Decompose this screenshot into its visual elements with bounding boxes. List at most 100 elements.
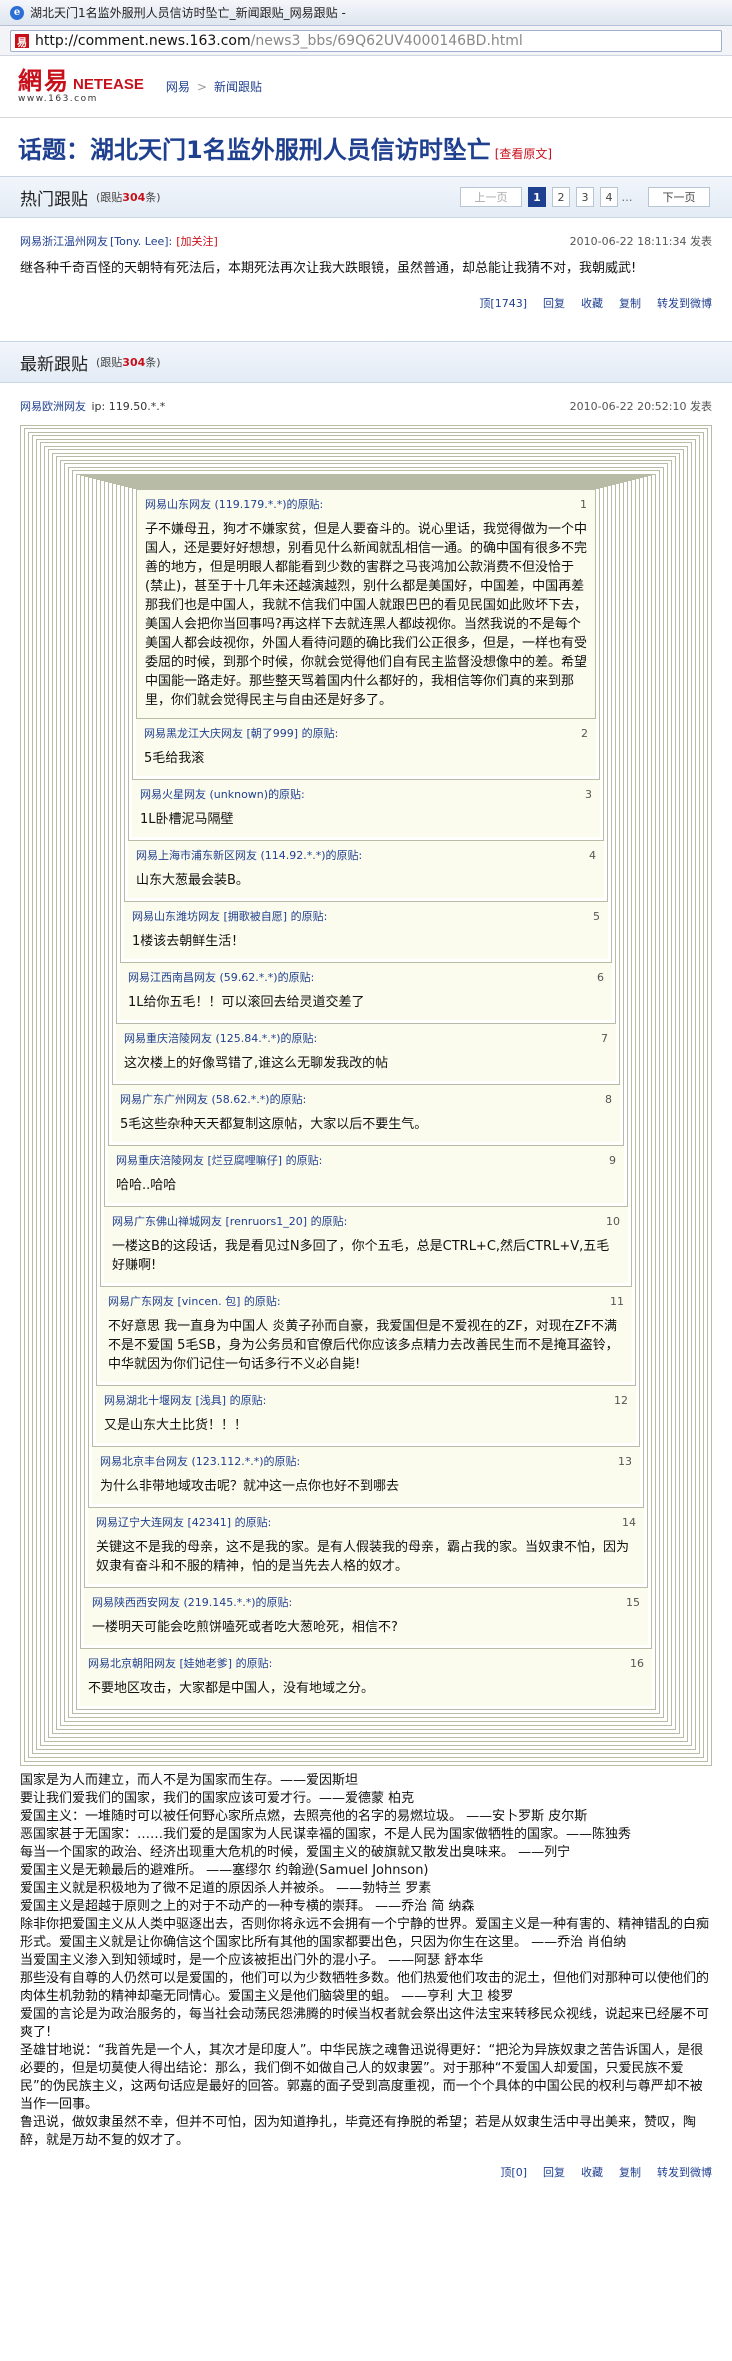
quote-floor-number: 14 bbox=[622, 1515, 636, 1529]
view-original-link[interactable]: [查看原文] bbox=[495, 147, 552, 161]
quote-frame: 网易山东网友 (119.179.*.*)的原贴: 1 子不嫌母丑，狗才不嫌家贫，但是… bbox=[52, 453, 680, 1734]
quote-floor-number: 15 bbox=[626, 1595, 640, 1609]
topic-title: 湖北天门1名监外服刑人员信访时坠亡 bbox=[90, 135, 491, 164]
quote-author-link[interactable]: 网易广东佛山禅城网友 [renruors1_20] 的原贴: bbox=[112, 1213, 347, 1229]
latest-post-actions: 顶[0] 回复 收藏 复制 转发到微博 bbox=[20, 2158, 712, 2192]
breadcrumb-comments-link[interactable]: 新闻跟贴 bbox=[214, 78, 262, 95]
quote-body: 不要地区攻击，大家都是中国人，没有地域之分。 bbox=[88, 1681, 375, 1696]
quote-meta: 网易北京朝阳网友 [娃她老爹] 的原贴: 16 bbox=[80, 1649, 652, 1677]
closing-paragraph: 爱国主义是无赖最后的避难所。 ——塞缪尔 约翰逊(Samuel Johnson) bbox=[20, 1863, 429, 1878]
quote-author-link[interactable]: 网易上海市浦东新区网友 (114.92.*.*)的原贴: bbox=[136, 847, 362, 863]
quote-layer: 网易山东潍坊网友 [拥歌被自愿] 的原贴: 5 1楼该去朝鲜生活！ bbox=[124, 902, 608, 959]
quote-author-link[interactable]: 网易江西南昌网友 (59.62.*.*)的原贴: bbox=[128, 969, 314, 985]
quote-frame: 网易山东网友 (119.179.*.*)的原贴: 1 子不嫌母丑，狗才不嫌家贫，但是… bbox=[40, 442, 692, 1746]
quote-floor-number: 4 bbox=[589, 848, 596, 862]
quote-body: 这次楼上的好像骂错了,谁这么无聊发我改的帖 bbox=[124, 1056, 389, 1071]
quote-layer: 网易广东佛山禅城网友 [renruors1_20] 的原贴: 10 一楼这B的这段话… bbox=[104, 1207, 628, 1283]
url-input[interactable]: 易 http://comment.news.163.com/news3_bbs/… bbox=[10, 30, 722, 52]
quote-box: 网易山东网友 (119.179.*.*)的原贴: 1 子不嫌母丑，狗才不嫌家贫，但是… bbox=[128, 487, 604, 841]
quote-floor-number: 1 bbox=[580, 497, 587, 511]
latest-post-user-link[interactable]: 网易欧洲网友 bbox=[20, 400, 86, 413]
quote-author-link[interactable]: 网易辽宁大连网友 [42341] 的原贴: bbox=[96, 1514, 271, 1530]
copy-link[interactable]: 复制 bbox=[619, 295, 641, 311]
copy-link[interactable]: 复制 bbox=[619, 2164, 641, 2180]
topic-header: 话题：湖北天门1名监外服刑人员信访时坠亡 [查看原文] bbox=[0, 118, 732, 176]
upvote-link[interactable]: 顶[0] bbox=[500, 2164, 527, 2180]
page-button-1[interactable]: 1 bbox=[528, 187, 546, 207]
quote-box: 网易山东网友 (119.179.*.*)的原贴: 1 子不嫌母丑，狗才不嫌家贫，但是… bbox=[104, 481, 628, 1207]
quote-author-link[interactable]: 网易陕西西安网友 (219.145.*.*)的原贴: bbox=[92, 1594, 292, 1610]
quote-author-link[interactable]: 网易重庆涪陵网友 (125.84.*.*)的原贴: bbox=[124, 1030, 317, 1046]
favorite-link[interactable]: 收藏 bbox=[581, 2164, 603, 2180]
reply-link[interactable]: 回复 bbox=[543, 2164, 565, 2180]
hot-section-header: 热门跟贴 (跟贴304条) 上一页 1 2 3 4 … 下一页 bbox=[0, 176, 732, 218]
hot-post-user-link[interactable]: 网易浙江温州网友 bbox=[20, 235, 108, 248]
quote-frame: 网易山东网友 (119.179.*.*)的原贴: 1 子不嫌母丑，狗才不嫌家贫，但是… bbox=[68, 467, 664, 1718]
follow-link[interactable]: [加关注] bbox=[176, 235, 218, 248]
closing-paragraph: 爱国主义就是积极地为了微不足道的原因杀人并被杀。 ——勃特兰 罗素 bbox=[20, 1881, 432, 1896]
quote-floor-number: 8 bbox=[605, 1092, 612, 1106]
quote-floor-number: 6 bbox=[597, 970, 604, 984]
closing-paragraph: 爱国的言论是为政治服务的，每当社会动荡民怨沸腾的时候当权者就会祭出这件法宝来转移… bbox=[20, 2007, 710, 2040]
quote-author-link[interactable]: 网易北京朝阳网友 [娃她老爹] 的原贴: bbox=[88, 1655, 272, 1671]
quote-author-link[interactable]: 网易北京丰台网友 (123.112.*.*)的原贴: bbox=[100, 1453, 300, 1469]
page-button-2[interactable]: 2 bbox=[552, 187, 570, 207]
closing-paragraph: 每当一个国家的政治、经济出现重大危机的时候，爱国主义的破旗就又散发出臭味来。 —… bbox=[20, 1845, 571, 1860]
quote-floor-number: 16 bbox=[630, 1656, 644, 1670]
quote-layer: 网易重庆涪陵网友 (125.84.*.*)的原贴: 7 这次楼上的好像骂错了,谁这么… bbox=[116, 1024, 616, 1081]
hot-post: 网易浙江温州网友 [Tony. Lee]: [加关注] 2010-06-22 18:… bbox=[0, 218, 732, 323]
quote-meta: 网易重庆涪陵网友 (125.84.*.*)的原贴: 7 bbox=[116, 1024, 616, 1052]
quote-body: 5毛给我滚 bbox=[144, 751, 205, 766]
page-button-4[interactable]: 4 bbox=[600, 187, 618, 207]
quote-frame: 网易山东网友 (119.179.*.*)的原贴: 1 子不嫌母丑，狗才不嫌家贫，但是… bbox=[24, 428, 708, 1762]
netease-logo[interactable]: 網易 NETEASE www.163.com bbox=[18, 69, 144, 104]
upvote-link[interactable]: 顶[1743] bbox=[479, 295, 527, 311]
quote-author-link[interactable]: 网易广东网友 [vincen. 包] 的原贴: bbox=[108, 1293, 281, 1309]
closing-paragraph: 国家是为人而建立，而人不是为国家而生存。——爱因斯坦 bbox=[20, 1773, 359, 1788]
quote-author-link[interactable]: 网易山东潍坊网友 [拥歌被自愿] 的原贴: bbox=[132, 908, 327, 924]
closing-paragraph: 那些没有自尊的人仍然可以是爱国的，他们可以为少数牺牲多数。他们热爱他们攻击的泥土… bbox=[20, 1971, 710, 2004]
quote-body: 为什么非带地域攻击呢？就冲这一点你也好不到哪去 bbox=[100, 1479, 400, 1494]
quote-author-link[interactable]: 网易广东广州网友 (58.62.*.*)的原贴: bbox=[120, 1091, 306, 1107]
quote-author-link[interactable]: 网易山东网友 (119.179.*.*)的原贴: bbox=[145, 496, 323, 512]
quote-box: 网易山东网友 (119.179.*.*)的原贴: 1 子不嫌母丑，狗才不嫌家贫，但是… bbox=[76, 474, 656, 1710]
next-page-button[interactable]: 下一页 bbox=[648, 187, 710, 207]
quote-body: 1楼该去朝鲜生活！ bbox=[132, 934, 245, 949]
quote-layer: 网易广东广州网友 (58.62.*.*)的原贴: 8 5毛这些杂种天天都复制这原帖，… bbox=[112, 1085, 620, 1142]
quote-body: 子不嫌母丑，狗才不嫌家贫，但是人要奋斗的。说心里话，我觉得做为一个中国人，还是要… bbox=[145, 522, 588, 708]
browser-title: 湖北天门1名监外服刑人员信访时坠亡_新闻跟贴_网易跟贴 - bbox=[30, 6, 346, 20]
quote-author-link[interactable]: 网易重庆涪陵网友 [烂豆腐哩嘛仔] 的原贴: bbox=[116, 1152, 322, 1168]
quote-meta: 网易北京丰台网友 (123.112.*.*)的原贴: 13 bbox=[92, 1447, 640, 1475]
quote-layer: 网易黑龙江大庆网友 [朝了999] 的原贴: 2 5毛给我滚 bbox=[136, 719, 596, 776]
quote-floor-number: 7 bbox=[601, 1031, 608, 1045]
quote-floor-number: 9 bbox=[609, 1153, 616, 1167]
quote-body: 哈哈..哈哈 bbox=[116, 1178, 177, 1193]
quote-author-link[interactable]: 网易湖北十堰网友 [浅具] 的原贴: bbox=[104, 1392, 266, 1408]
page-button-3[interactable]: 3 bbox=[576, 187, 594, 207]
closing-paragraph: 除非你把爱国主义从人类中驱逐出去，否则你将永远不会拥有一个宁静的世界。爱国主义是… bbox=[20, 1917, 710, 1950]
quote-author-link[interactable]: 网易黑龙江大庆网友 [朝了999] 的原贴: bbox=[144, 725, 338, 741]
hot-post-username: [Tony. Lee]: bbox=[110, 235, 173, 248]
latest-post: 网易欧洲网友 ip: 119.50.*.* 2010-06-22 20:52:1… bbox=[0, 383, 732, 2192]
latest-section-title: 最新跟贴 bbox=[20, 354, 88, 375]
latest-count: (跟贴304条) bbox=[96, 356, 161, 369]
topic-label: 话题： bbox=[18, 135, 90, 164]
quote-floor-number: 2 bbox=[581, 726, 588, 740]
share-weibo-link[interactable]: 转发到微博 bbox=[657, 2164, 712, 2180]
quote-frame: 网易山东网友 (119.179.*.*)的原贴: 1 子不嫌母丑，狗才不嫌家贫，但是… bbox=[64, 463, 668, 1722]
breadcrumb-home-link[interactable]: 网易 bbox=[166, 78, 190, 95]
quote-meta: 网易黑龙江大庆网友 [朝了999] 的原贴: 2 bbox=[136, 719, 596, 747]
logo-cn: 網易 bbox=[18, 66, 70, 95]
quote-box: 网易山东网友 (119.179.*.*)的原贴: 1 子不嫌母丑，狗才不嫌家贫，但是… bbox=[92, 478, 640, 1447]
share-weibo-link[interactable]: 转发到微博 bbox=[657, 295, 712, 311]
favorite-link[interactable]: 收藏 bbox=[581, 295, 603, 311]
breadcrumb: 网易 > 新闻跟贴 bbox=[166, 78, 262, 95]
quote-author-link[interactable]: 网易火星网友 (unknown)的原贴: bbox=[140, 786, 305, 802]
hot-post-body: 继各种千奇百怪的天朝特有死法后，本期死法再次让我大跌眼镜，虽然普通，却总能让我猜… bbox=[20, 261, 637, 276]
closing-paragraph: 爱国主义是超越于原则之上的对于不动产的一种专横的崇拜。 ——乔治 简 纳森 bbox=[20, 1899, 475, 1914]
reply-link[interactable]: 回复 bbox=[543, 295, 565, 311]
prev-page-button[interactable]: 上一页 bbox=[460, 187, 522, 207]
breadcrumb-separator-icon: > bbox=[196, 79, 207, 94]
hot-section-title: 热门跟贴 bbox=[20, 189, 88, 210]
quote-layer: 网易广东网友 [vincen. 包] 的原贴: 11 不好意思 我一直身为中国人 炎… bbox=[100, 1287, 632, 1382]
